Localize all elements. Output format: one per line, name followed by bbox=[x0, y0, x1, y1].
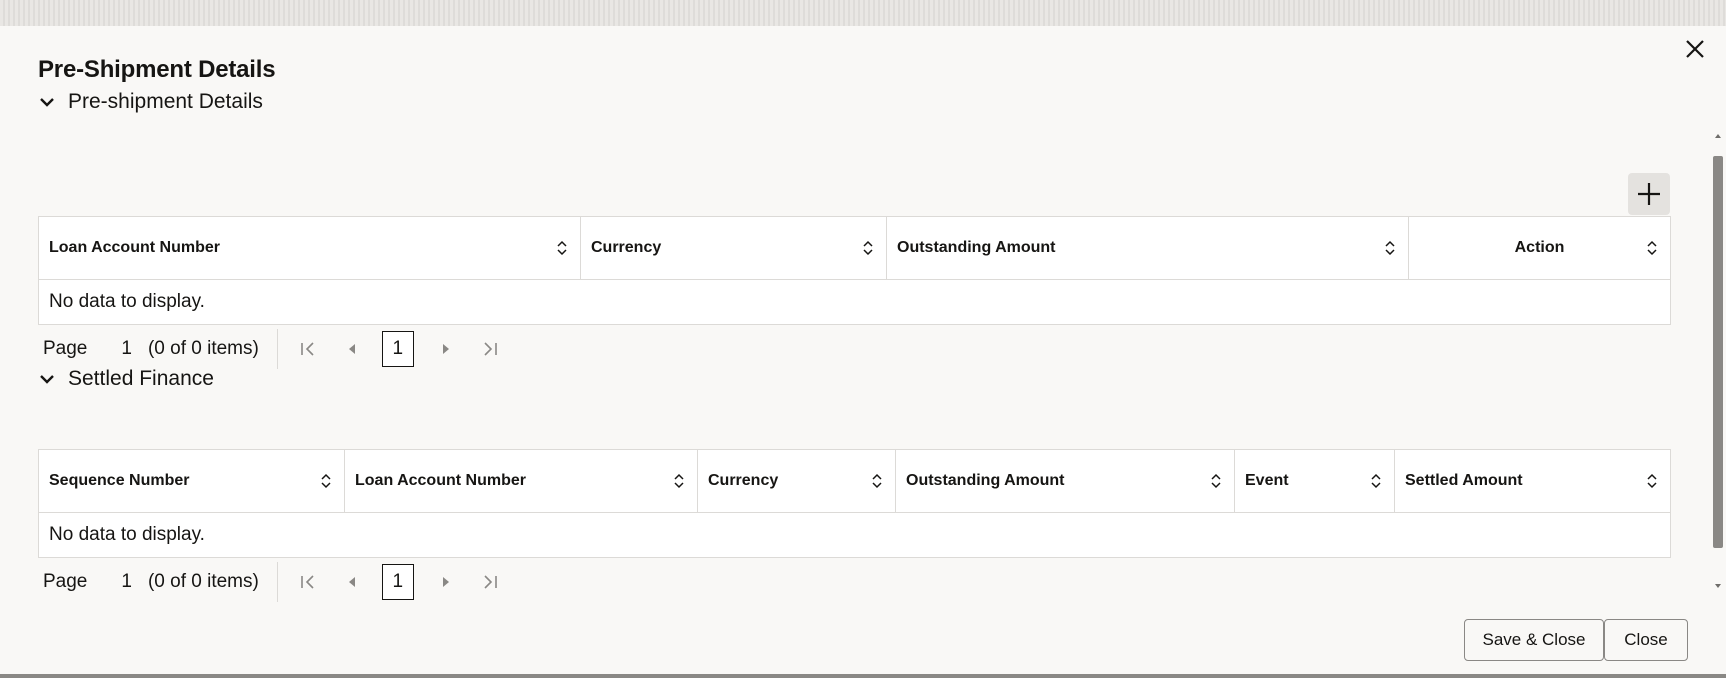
column-header-sequence-number[interactable]: Sequence Number bbox=[38, 449, 345, 513]
pager-divider bbox=[276, 329, 278, 369]
chevron-down-icon bbox=[38, 93, 56, 111]
pre-shipment-table: Loan Account Number Currency Outstanding… bbox=[38, 216, 1671, 325]
sort-icon bbox=[1211, 473, 1221, 489]
section-header-settled-finance[interactable]: Settled Finance bbox=[38, 364, 214, 394]
first-page-icon bbox=[301, 575, 314, 589]
column-header-loan-account-number[interactable]: Loan Account Number bbox=[38, 216, 581, 280]
current-page-button[interactable]: 1 bbox=[381, 331, 414, 367]
section-label-pre-shipment: Pre-shipment Details bbox=[68, 92, 263, 113]
pager-divider bbox=[276, 562, 278, 602]
next-page-icon bbox=[442, 577, 449, 587]
first-page-button[interactable] bbox=[298, 339, 318, 359]
sort-icon bbox=[1647, 240, 1657, 256]
scroll-down-icon[interactable] bbox=[1714, 582, 1722, 590]
pager-item-count: (0 of 0 items) bbox=[147, 571, 259, 592]
pager-page-number: 1 bbox=[121, 571, 132, 592]
column-header-outstanding-amount[interactable]: Outstanding Amount bbox=[895, 449, 1235, 513]
sort-icon bbox=[557, 240, 567, 256]
scroll-up-icon[interactable] bbox=[1714, 132, 1722, 140]
sort-icon bbox=[1371, 473, 1381, 489]
pager-page-label: Page bbox=[43, 571, 88, 592]
sort-icon bbox=[863, 240, 873, 256]
previous-page-button[interactable] bbox=[342, 572, 362, 592]
pager-item-count: (0 of 0 items) bbox=[147, 338, 259, 359]
last-page-button[interactable] bbox=[480, 572, 500, 592]
add-row-button[interactable] bbox=[1628, 173, 1670, 215]
previous-page-button[interactable] bbox=[342, 339, 362, 359]
section-label-settled-finance: Settled Finance bbox=[68, 367, 214, 390]
previous-page-icon bbox=[348, 344, 355, 354]
settled-finance-pager: Page 1 (0 of 0 items) 1 bbox=[43, 562, 524, 602]
first-page-icon bbox=[301, 342, 314, 356]
sort-icon bbox=[1647, 473, 1657, 489]
column-header-loan-account-number[interactable]: Loan Account Number bbox=[344, 449, 698, 513]
next-page-button[interactable] bbox=[436, 339, 456, 359]
pager-page-label: Page bbox=[43, 338, 88, 359]
save-close-button[interactable]: Save & Close bbox=[1464, 619, 1604, 661]
plus-icon bbox=[1638, 183, 1660, 205]
dialog-content: Pre-shipment Details Loan Account Number… bbox=[0, 92, 1710, 602]
pager-page-number: 1 bbox=[121, 338, 132, 359]
sort-icon bbox=[674, 473, 684, 489]
column-header-outstanding-amount[interactable]: Outstanding Amount bbox=[886, 216, 1409, 280]
sort-icon bbox=[1385, 240, 1395, 256]
section-header-pre-shipment[interactable]: Pre-shipment Details bbox=[38, 92, 263, 117]
next-page-button[interactable] bbox=[436, 572, 456, 592]
first-page-button[interactable] bbox=[298, 572, 318, 592]
column-header-event[interactable]: Event bbox=[1234, 449, 1395, 513]
scrollbar-thumb[interactable] bbox=[1713, 156, 1723, 548]
table-header-row: Loan Account Number Currency Outstanding… bbox=[38, 216, 1671, 280]
column-header-currency[interactable]: Currency bbox=[697, 449, 896, 513]
column-header-currency[interactable]: Currency bbox=[580, 216, 887, 280]
pre-shipment-dialog: Pre-Shipment Details Pre-shipment Detail… bbox=[0, 26, 1726, 674]
close-button[interactable]: Close bbox=[1604, 619, 1688, 661]
empty-message: No data to display. bbox=[49, 524, 205, 545]
close-icon bbox=[1686, 40, 1704, 58]
pre-shipment-pager: Page 1 (0 of 0 items) 1 bbox=[43, 329, 524, 369]
column-header-settled-amount[interactable]: Settled Amount bbox=[1394, 449, 1671, 513]
dialog-title: Pre-Shipment Details bbox=[38, 56, 276, 83]
empty-message: No data to display. bbox=[49, 291, 205, 312]
last-page-icon bbox=[484, 342, 497, 356]
chevron-down-icon bbox=[38, 370, 56, 388]
table-row: No data to display. bbox=[39, 513, 1671, 558]
close-dialog-button[interactable] bbox=[1680, 34, 1710, 64]
previous-page-icon bbox=[348, 577, 355, 587]
next-page-icon bbox=[442, 344, 449, 354]
current-page-button[interactable]: 1 bbox=[381, 564, 414, 600]
last-page-icon bbox=[484, 575, 497, 589]
dialog-bottom-edge bbox=[0, 674, 1726, 678]
sort-icon bbox=[872, 473, 882, 489]
vertical-scrollbar[interactable] bbox=[1710, 126, 1726, 596]
table-header-row: Sequence Number Loan Account Number Curr… bbox=[38, 449, 1671, 513]
column-header-action[interactable]: Action bbox=[1408, 216, 1671, 280]
backdrop-strip bbox=[0, 0, 1726, 26]
table-row: No data to display. bbox=[39, 280, 1671, 325]
sort-icon bbox=[321, 473, 331, 489]
last-page-button[interactable] bbox=[480, 339, 500, 359]
settled-finance-table: Sequence Number Loan Account Number Curr… bbox=[38, 449, 1671, 558]
